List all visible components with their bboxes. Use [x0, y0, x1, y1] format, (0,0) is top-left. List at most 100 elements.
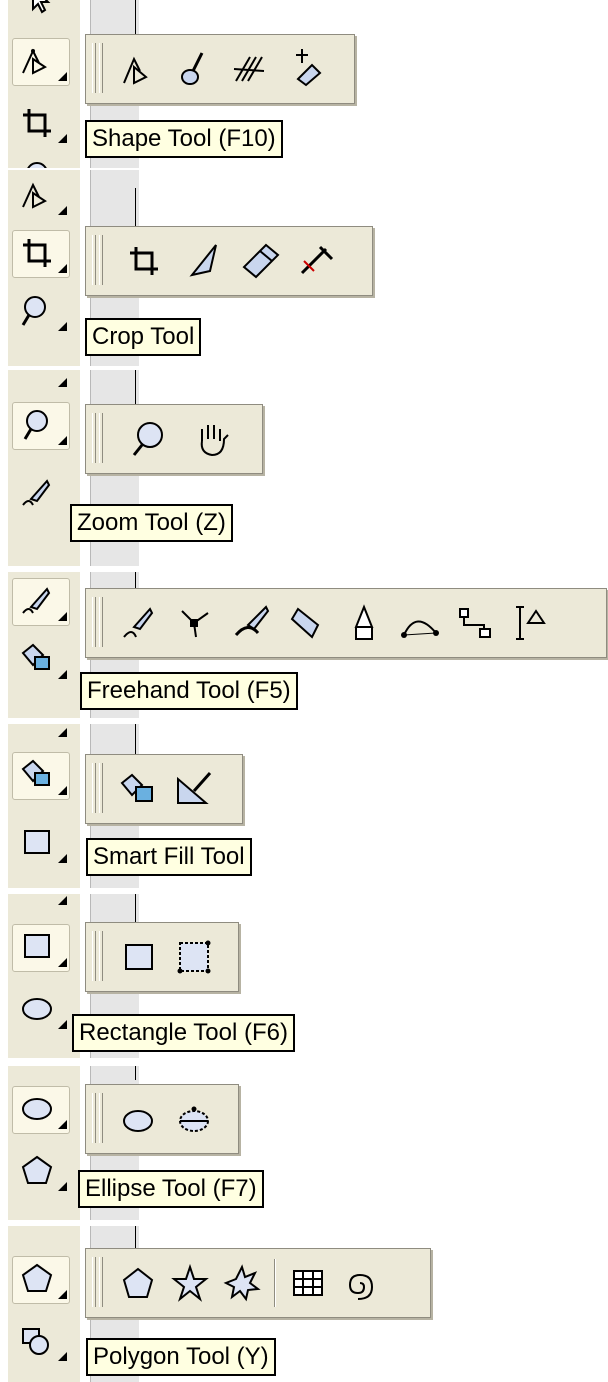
flyout-star-tool[interactable] [168, 1263, 212, 1303]
panel-ellipse-tool: Ellipse Tool (F7) [8, 1066, 608, 1220]
toolbox-strip [8, 0, 80, 168]
ellipse-icon [22, 1098, 52, 1120]
tooltip: Polygon Tool (Y) [86, 1338, 276, 1376]
crop-icon [23, 239, 51, 267]
dimension-icon [516, 606, 546, 640]
virtual-segment-delete-icon [300, 245, 334, 275]
toolbox-freehand-tool[interactable] [12, 578, 70, 626]
hand-icon [200, 425, 229, 457]
flyout-connector-tool[interactable] [454, 603, 498, 643]
flyout-arrow-icon [58, 72, 67, 81]
crop-icon [130, 247, 158, 275]
toolbox-crop-tool[interactable] [12, 100, 70, 148]
flyout-complex-star-tool[interactable] [220, 1263, 264, 1303]
flyout-polygon-tool[interactable] [116, 1263, 160, 1303]
crop-icon [23, 109, 51, 137]
toolbox-polygon-tool[interactable] [12, 1256, 70, 1304]
three-point-rectangle-icon [177, 940, 211, 974]
flyout-toolbar [85, 404, 263, 474]
ellipse-icon [123, 1110, 153, 1132]
flyout-smart-fill-tool[interactable] [116, 769, 160, 809]
flyout-roughen-brush[interactable] [228, 49, 272, 89]
flyout-ellipse-tool[interactable] [116, 1099, 160, 1139]
flyout-toolbar [85, 588, 607, 658]
flyout-crop-tool[interactable] [122, 241, 166, 281]
flyout-bezier-tool[interactable] [174, 603, 218, 643]
tooltip: Smart Fill Tool [86, 838, 252, 876]
knife-icon [189, 244, 217, 277]
toolbox-zoom-tool[interactable] [12, 152, 70, 168]
star-icon [171, 1263, 209, 1302]
panel-freehand-tool: Freehand Tool (F5) [8, 572, 608, 718]
flyout-eraser-tool[interactable] [238, 241, 282, 281]
freehand-icon [22, 587, 51, 614]
smart-drawing-icon [177, 772, 212, 804]
flyout-three-point-curve-tool[interactable] [398, 603, 442, 643]
flyout-freehand-tool[interactable] [118, 603, 162, 643]
toolbox-crop-tool[interactable] [12, 370, 70, 392]
flyout-rectangle-tool[interactable] [116, 937, 160, 977]
polygon-icon [21, 1155, 53, 1184]
toolbox-strip [8, 894, 80, 1058]
panel-zoom-tool: Zoom Tool (Z) [8, 370, 608, 566]
panel-rectangle-tool: Rectangle Tool (F6) [8, 894, 608, 1058]
shape-icon [22, 48, 47, 75]
toolbox-zoom-tool[interactable] [12, 288, 70, 336]
flyout-artistic-media-tool[interactable] [230, 603, 274, 643]
polyline-icon [354, 604, 374, 640]
toolbox-strip [8, 170, 80, 366]
panel-crop-tool: Crop Tool [8, 170, 608, 366]
toolbox-freehand-tool[interactable] [12, 724, 70, 742]
flyout-three-point-ellipse-tool[interactable] [172, 1099, 216, 1139]
flyout-polyline-tool[interactable] [342, 603, 386, 643]
rectangle-icon [125, 944, 153, 970]
polygon-icon [21, 1263, 53, 1292]
flyout-pen-tool[interactable] [286, 603, 330, 643]
toolbox-shape-tool[interactable] [12, 172, 70, 220]
basic-shapes-icon [22, 1328, 49, 1355]
flyout-free-transform[interactable] [284, 49, 328, 89]
toolbox-freehand-tool[interactable] [12, 470, 70, 518]
flyout-dimension-tool[interactable] [510, 603, 554, 643]
zoom-icon [23, 410, 48, 440]
toolbox-rectangle-tool[interactable] [12, 924, 70, 972]
flyout-graph-paper-tool[interactable] [286, 1263, 330, 1303]
flyout-virtual-segment-delete[interactable] [294, 241, 338, 281]
toolbox-smart-fill-tool[interactable] [12, 752, 70, 800]
graph-paper-icon [293, 1270, 323, 1296]
three-point-ellipse-icon [179, 1106, 209, 1132]
toolbox-crop-tool[interactable] [12, 230, 70, 278]
flyout-toolbar [85, 754, 243, 824]
flyout-zoom-tool[interactable] [126, 419, 170, 459]
flyout-smudge-brush[interactable] [172, 49, 216, 89]
toolbox-rectangle-tool[interactable] [12, 820, 70, 868]
flyout-knife-tool[interactable] [182, 241, 226, 281]
freehand-icon [123, 607, 154, 638]
artistic-media-icon [234, 605, 270, 637]
toolbox-strip [8, 1066, 80, 1220]
zoom-icon [132, 422, 163, 456]
flyout-spiral-tool[interactable] [338, 1263, 382, 1303]
toolbox-smart-fill-tool[interactable] [12, 894, 70, 910]
tooltip: Ellipse Tool (F7) [78, 1170, 264, 1208]
toolbox-ellipse-tool[interactable] [12, 986, 70, 1034]
toolbox-smart-fill-tool[interactable] [12, 636, 70, 684]
flyout-hand-tool[interactable] [190, 419, 234, 459]
flyout-smart-drawing-tool[interactable] [172, 769, 216, 809]
flyout-toolbar [85, 1248, 431, 1318]
toolbox-shape-tool[interactable] [12, 38, 70, 86]
panel-polygon-tool: Polygon Tool (Y) [8, 1226, 608, 1382]
connector-icon [459, 608, 491, 638]
tooltip: Rectangle Tool (F6) [72, 1014, 295, 1052]
toolbox-pick-tool[interactable] [12, 0, 70, 24]
toolbar-separator [274, 1259, 276, 1307]
toolbox-ellipse-tool[interactable] [12, 1086, 70, 1134]
toolbox-polygon-tool[interactable] [12, 1148, 70, 1196]
flyout-three-point-rectangle-tool[interactable] [172, 937, 216, 977]
flyout-toolbar [85, 922, 239, 992]
flyout-shape-tool[interactable] [116, 49, 160, 89]
toolbox-zoom-tool[interactable] [12, 402, 70, 450]
toolbox-basic-shapes-tool[interactable] [12, 1318, 70, 1366]
shape-icon [22, 182, 47, 209]
polygon-icon [122, 1267, 154, 1298]
